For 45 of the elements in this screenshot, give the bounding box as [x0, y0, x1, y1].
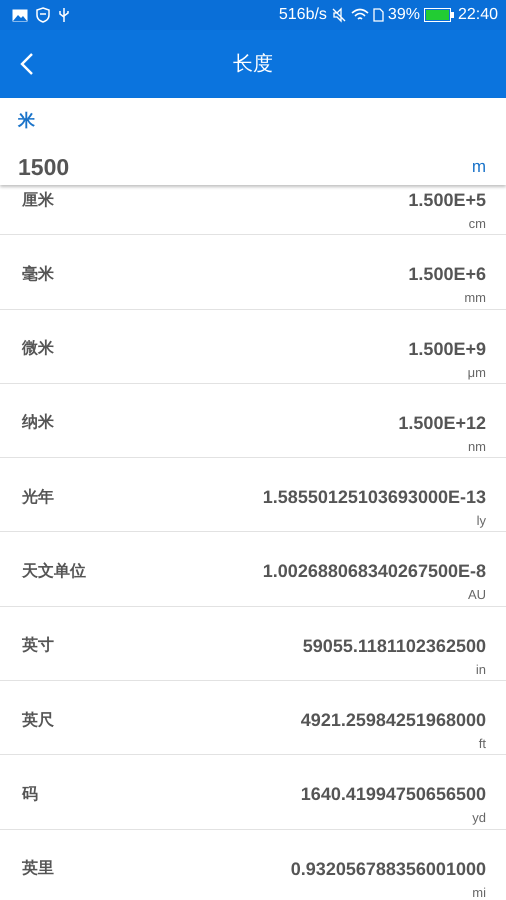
unit-symbol: mi	[472, 884, 486, 900]
unit-name: 毫米	[22, 264, 54, 285]
unit-name: 天文单位	[22, 561, 86, 582]
sim-icon	[372, 8, 384, 22]
unit-symbol: in	[476, 660, 486, 679]
unit-symbol: μm	[468, 364, 486, 382]
wifi-icon	[350, 8, 369, 22]
battery-percent: 39%	[388, 5, 420, 25]
usb-icon	[58, 7, 70, 23]
unit-symbol: yd	[472, 809, 486, 828]
unit-name: 英寸	[22, 636, 54, 656]
converted-value: 1.500E+5	[408, 189, 486, 212]
converted-value: 1.500E+6	[408, 263, 486, 286]
value-input[interactable]: 1500	[18, 150, 218, 184]
battery-icon	[424, 8, 454, 22]
converted-value: 1.58550125103693000E-13	[262, 486, 486, 510]
converted-value: 0.932056788356001000	[290, 858, 486, 881]
unit-name: 厘米	[22, 190, 54, 210]
unit-label: 米	[18, 110, 36, 132]
converted-value: 4921.25984251968000	[300, 709, 486, 732]
converted-value: 1.500E+9	[408, 338, 486, 361]
unit-name: 英里	[22, 858, 54, 880]
back-icon	[20, 52, 34, 76]
speed-text: 516b/s	[278, 5, 327, 25]
unit-name: 纳米	[22, 412, 54, 434]
unit-symbol: m	[472, 156, 486, 178]
converted-value: 1.002688068340267500E-8	[262, 560, 486, 584]
converted-value: 1640.41994750656500	[300, 783, 486, 806]
converted-value: 1.500E+12	[398, 412, 486, 435]
unit-name: 光年	[22, 488, 54, 508]
shield-icon	[36, 7, 50, 23]
unit-name: 码	[22, 784, 38, 805]
unit-symbol: ft	[478, 735, 486, 754]
mute-icon	[330, 7, 347, 23]
converted-value: 59055.1181102362500	[302, 634, 486, 658]
screen-title: 长度	[233, 52, 273, 77]
unit-symbol: AU	[468, 586, 486, 604]
unit-name: 英尺	[22, 710, 54, 731]
unit-symbol: ly	[476, 512, 486, 530]
image-icon	[12, 8, 28, 22]
unit-symbol: cm	[468, 215, 486, 233]
clock-text: 22:40	[458, 5, 498, 25]
unit-name: 微米	[22, 338, 54, 360]
unit-symbol: mm	[464, 289, 486, 308]
unit-symbol: nm	[468, 438, 486, 456]
